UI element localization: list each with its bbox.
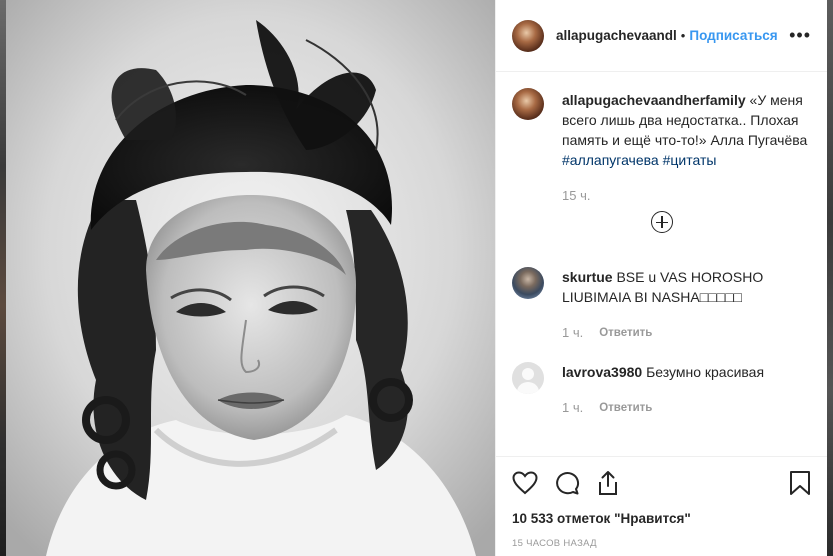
author-username[interactable]: allapugachevaandl: [556, 28, 677, 43]
caption-body: allapugachevaandherfamily «У меня всего …: [562, 90, 811, 170]
heart-icon[interactable]: [512, 471, 538, 495]
post-header: allapugachevaandl • Подписаться •••: [496, 0, 827, 72]
author-avatar[interactable]: [512, 19, 544, 52]
comment-body: lavrova3980 Безумно красивая: [562, 362, 764, 382]
comment-username[interactable]: skurtue: [562, 269, 613, 285]
likes-count[interactable]: 10 533 отметок "Нравится": [512, 511, 811, 526]
hashtag-link[interactable]: #цитаты: [663, 152, 717, 168]
reply-button[interactable]: Ответить: [599, 327, 652, 339]
backdrop-right: [827, 0, 833, 556]
caption-avatar[interactable]: [512, 88, 544, 120]
bookmark-icon[interactable]: [789, 470, 811, 496]
comment-icon[interactable]: [554, 470, 580, 496]
post-photo[interactable]: [6, 0, 495, 556]
comment-meta: 1 ч. Ответить: [562, 400, 764, 415]
comment-text: Безумно красивая: [642, 364, 765, 380]
post-sidebar: allapugachevaandl • Подписаться ••• alla…: [495, 0, 827, 556]
commenter-avatar[interactable]: [512, 362, 544, 394]
hashtag-link[interactable]: #аллапугачева: [562, 152, 659, 168]
comment-time[interactable]: 1 ч.: [562, 400, 583, 415]
comments-list: allapugachevaandherfamily «У меня всего …: [496, 72, 827, 456]
action-icons: [512, 467, 811, 499]
caption: allapugachevaandherfamily «У меня всего …: [512, 88, 811, 203]
comment-item: skurtue BSE u VAS HOROSHO LIUBIMAIA BI N…: [512, 267, 811, 340]
caption-time[interactable]: 15 ч.: [562, 188, 590, 203]
more-icon[interactable]: •••: [789, 25, 811, 46]
separator-dot: •: [680, 28, 686, 43]
caption-username[interactable]: allapugachevaandherfamily: [562, 92, 746, 108]
portrait-illustration: [6, 0, 495, 556]
reply-button[interactable]: Ответить: [599, 402, 652, 414]
post-timestamp[interactable]: 15 ЧАСОВ НАЗАД: [512, 538, 811, 549]
comment-body: skurtue BSE u VAS HOROSHO LIUBIMAIA BI N…: [562, 267, 811, 307]
follow-button[interactable]: Подписаться: [689, 28, 777, 43]
share-icon[interactable]: [596, 470, 620, 496]
comment-username[interactable]: lavrova3980: [562, 364, 642, 380]
plus-circle-icon[interactable]: [650, 211, 673, 233]
comment-time[interactable]: 1 ч.: [562, 325, 583, 340]
comment-meta: 1 ч. Ответить: [562, 325, 811, 340]
action-bar: 10 533 отметок "Нравится" 15 ЧАСОВ НАЗАД: [496, 456, 827, 556]
commenter-avatar[interactable]: [512, 267, 544, 299]
caption-meta: 15 ч.: [562, 188, 811, 203]
comment-item: lavrova3980 Безумно красивая 1 ч. Ответи…: [512, 362, 811, 415]
post-modal: allapugachevaandl • Подписаться ••• alla…: [6, 0, 827, 556]
